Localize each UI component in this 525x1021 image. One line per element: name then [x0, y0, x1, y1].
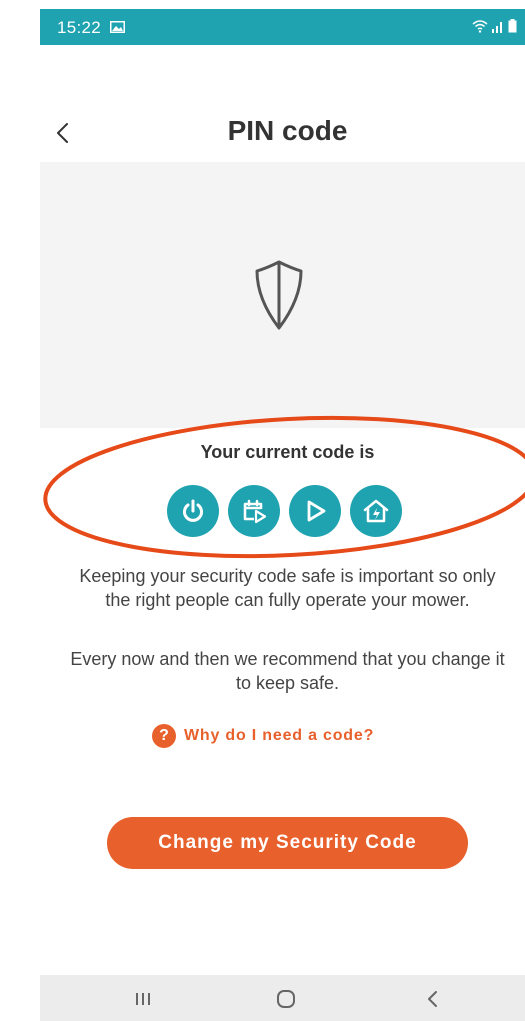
signal-icon [492, 21, 502, 33]
system-nav-bar [40, 975, 525, 1021]
recent-apps-icon[interactable] [128, 987, 158, 1011]
question-icon: ? [152, 724, 176, 748]
recommendation-text: Every now and then we recommend that you… [70, 649, 505, 693]
annotation-ellipse [43, 415, 525, 559]
status-icons [472, 19, 517, 33]
page-title: PIN code [227, 115, 348, 146]
hero-panel [40, 162, 525, 428]
change-security-code-button[interactable]: Change my Security Code [107, 817, 468, 869]
back-icon[interactable] [418, 987, 448, 1011]
wifi-icon [472, 19, 488, 33]
why-need-code-link[interactable]: ? Why do I need a code? [152, 724, 374, 748]
security-info-text: Keeping your security code safe is impor… [79, 566, 496, 610]
status-bar: 15:22 [40, 9, 525, 45]
why-need-code-text: Why do I need a code? [184, 727, 375, 744]
shield-icon [255, 260, 303, 330]
image-icon [110, 21, 125, 33]
battery-icon [508, 19, 517, 33]
home-icon[interactable] [271, 987, 301, 1011]
status-time: 15:22 [57, 18, 102, 37]
